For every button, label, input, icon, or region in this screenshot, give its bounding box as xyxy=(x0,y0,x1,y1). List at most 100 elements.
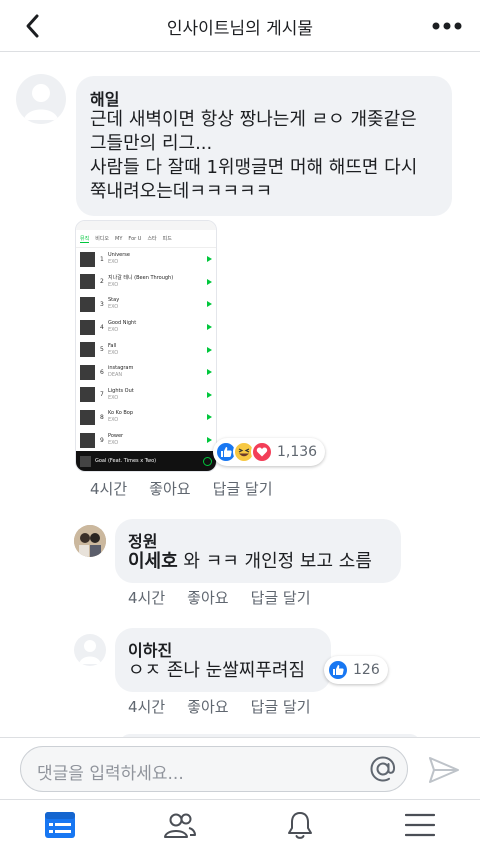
tab-news-feed[interactable] xyxy=(0,800,120,854)
song-artist: DEAN xyxy=(108,372,123,379)
comment-time: 4시간 xyxy=(128,589,166,607)
song-row: 5 Fall EXO xyxy=(76,338,216,361)
reply-button[interactable]: 답글 달기 xyxy=(251,587,311,608)
play-control-icon xyxy=(203,456,212,466)
album-thumb xyxy=(80,296,95,312)
comment-bubble: 해일 근데 새벽이면 항상 짱나는게 ㄹㅇ 개좆같은 그들만의 리그... 사람… xyxy=(76,76,452,216)
comment-bubble: 정원 이세호 와 ㅋㅋ 개인정 보고 소름 xyxy=(115,519,401,583)
send-icon[interactable] xyxy=(428,756,460,784)
song-meta: Lights Out EXO xyxy=(108,388,207,402)
song-rank: 8 xyxy=(100,413,104,421)
reaction-summary[interactable]: 126 xyxy=(324,656,388,684)
reply-button[interactable]: 답글 달기 xyxy=(251,696,311,717)
song-artist: EXO xyxy=(108,394,119,401)
song-title: Good Night xyxy=(108,320,137,327)
play-icon xyxy=(207,256,212,263)
album-thumb xyxy=(80,409,95,425)
menu-icon xyxy=(404,813,436,841)
song-rank: 9 xyxy=(100,436,104,444)
album-thumb xyxy=(80,319,95,335)
tab-friends[interactable] xyxy=(120,800,240,854)
like-button[interactable]: 좋아요 xyxy=(149,478,190,499)
song-title: Lights Out xyxy=(108,387,134,394)
comment-time: 4시간 xyxy=(128,698,166,716)
song-row: 7 Lights Out EXO xyxy=(76,384,216,407)
tagged-user[interactable]: 이세호 xyxy=(128,551,178,572)
song-rank: 3 xyxy=(100,300,104,308)
comment-time: 4시간 xyxy=(90,480,128,498)
comment-author[interactable]: 해일 xyxy=(90,86,119,110)
song-row: 6 instagram DEAN xyxy=(76,361,216,384)
comment-input[interactable]: 댓글을 입력하세요... xyxy=(20,746,408,792)
song-artist: EXO xyxy=(108,417,119,424)
screenshot-tab: 뮤직 xyxy=(80,235,90,243)
page-title: 인사이트님의 게시물 xyxy=(166,19,314,39)
song-title: Universe xyxy=(108,252,130,259)
avatar[interactable] xyxy=(16,74,66,124)
song-artist: EXO xyxy=(108,349,119,356)
song-meta: Power EXO xyxy=(108,433,207,447)
comment-input-placeholder: 댓글을 입력하세요... xyxy=(37,764,184,784)
comment-actions: 4시간 좋아요 답글 달기 xyxy=(128,587,311,608)
song-rank: 1 xyxy=(100,255,104,263)
screenshot-tab: 스타 xyxy=(147,236,157,242)
friends-icon xyxy=(163,811,197,843)
tab-menu[interactable] xyxy=(360,800,480,854)
comment-author[interactable]: 이하진 xyxy=(128,637,172,661)
song-meta: instagram DEAN xyxy=(108,365,207,379)
album-thumb xyxy=(80,364,95,380)
love-reaction-icon xyxy=(251,441,273,463)
comment-actions: 4시간 좋아요 답글 달기 xyxy=(90,478,273,499)
reaction-count: 1,136 xyxy=(277,444,318,460)
song-rank: 6 xyxy=(100,368,104,376)
song-list: 1 Universe EXO 2 지나갈 테니 (Been Through) EXO 3… xyxy=(76,248,216,451)
song-row: 1 Universe EXO xyxy=(76,248,216,271)
play-icon xyxy=(207,324,212,331)
like-reaction-icon xyxy=(327,659,349,681)
song-artist: EXO xyxy=(108,327,119,334)
notifications-icon xyxy=(286,810,314,844)
mention-icon[interactable] xyxy=(367,753,399,785)
comment-text: 근데 새벽이면 항상 짱나는게 ㄹㅇ 개좆같은 그들만의 리그... 사람들 다… xyxy=(90,108,442,204)
more-options-icon[interactable] xyxy=(430,10,464,42)
song-title: Stay xyxy=(108,297,120,304)
song-title: Power xyxy=(108,433,124,440)
tab-notifications[interactable] xyxy=(240,800,360,854)
comment-author[interactable]: 정원 xyxy=(128,528,157,552)
avatar[interactable] xyxy=(74,525,106,557)
song-row: 2 지나갈 테니 (Been Through) EXO xyxy=(76,271,216,294)
song-artist: EXO xyxy=(108,440,119,447)
comment-line: 근데 새벽이면 항상 짱나는게 ㄹㅇ 개좆같은 xyxy=(90,109,417,130)
like-button[interactable]: 좋아요 xyxy=(187,587,228,608)
reaction-count: 126 xyxy=(353,662,380,678)
attached-screenshot[interactable]: 뮤직 비디오 MY For U 스타 피드 1 Universe EXO 2 지나갈 … xyxy=(75,220,217,472)
screenshot-tabs: 뮤직 비디오 MY For U 스타 피드 xyxy=(76,230,216,248)
play-icon xyxy=(207,391,212,398)
song-meta: 지나갈 테니 (Been Through) EXO xyxy=(108,275,207,289)
song-artist: EXO xyxy=(108,281,119,288)
like-button[interactable]: 좋아요 xyxy=(187,696,228,717)
song-row: 4 Good Night EXO xyxy=(76,316,216,339)
play-icon xyxy=(207,301,212,308)
song-title: Fall xyxy=(108,342,117,349)
song-meta: Ko Ko Bop EXO xyxy=(108,410,207,424)
play-icon xyxy=(207,437,212,444)
song-row: 8 Ko Ko Bop EXO xyxy=(76,406,216,429)
reply-button[interactable]: 답글 달기 xyxy=(213,478,273,499)
album-thumb xyxy=(80,387,95,403)
song-rank: 2 xyxy=(100,278,104,286)
album-thumb xyxy=(80,251,95,267)
top-navigation-bar: 인사이트님의 게시물 xyxy=(0,0,480,52)
song-rank: 5 xyxy=(100,346,104,354)
song-artist: EXO xyxy=(108,259,119,266)
screenshot-status-bar xyxy=(76,221,216,230)
song-rank: 4 xyxy=(100,323,104,331)
avatar[interactable] xyxy=(74,634,106,666)
comment-text: ㅇㅈ 존나 눈쌀찌푸려짐 xyxy=(128,660,306,681)
song-meta: Universe EXO xyxy=(108,252,207,266)
song-row: 9 Power EXO xyxy=(76,429,216,452)
album-thumb xyxy=(80,432,95,448)
reaction-summary[interactable]: 1,136 xyxy=(213,438,326,466)
comment-body: 와 ㅋㅋ 개인정 보고 소름 xyxy=(177,551,372,572)
play-icon xyxy=(207,369,212,376)
